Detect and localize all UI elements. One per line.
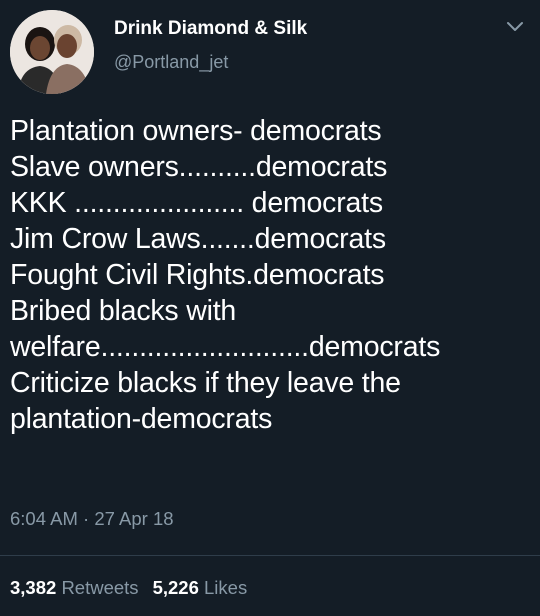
tweet-text-line: Slave owners..........democrats	[10, 151, 388, 183]
tweet-text-line: welfare...........................democr…	[10, 331, 441, 363]
retweets-label: Retweets	[61, 577, 139, 598]
tweet-text-line: Jim Crow Laws.......democrats	[10, 223, 386, 255]
tweet-text-line: KKK ...................... democrats	[10, 187, 383, 219]
likes-label: Likes	[204, 577, 248, 598]
chevron-down-icon[interactable]	[506, 20, 524, 32]
tweet-text-line: Criticize blacks if they leave the	[10, 367, 401, 399]
tweet-text-line: Plantation owners- democrats	[10, 115, 382, 147]
likes-count: 5,226	[152, 577, 199, 598]
tweet-stats: 3,382 Retweets 5,226 Likes	[10, 577, 247, 599]
divider	[0, 555, 540, 556]
tweet-text-line: Bribed blacks with	[10, 295, 237, 327]
tweet-header: Drink Diamond & Silk @Portland_jet	[0, 0, 540, 100]
retweets-count: 3,382	[10, 577, 57, 598]
tweet-card: Drink Diamond & Silk @Portland_jet Plant…	[0, 0, 540, 616]
retweets-stat[interactable]: 3,382 Retweets	[10, 577, 139, 598]
likes-stat[interactable]: 5,226 Likes	[153, 577, 248, 598]
user-handle[interactable]: @Portland_jet	[114, 52, 228, 73]
avatar[interactable]	[10, 10, 94, 94]
tweet-text: Plantation owners- democrats Slave owner…	[10, 113, 532, 437]
tweet-text-line: plantation-democrats	[10, 403, 273, 435]
display-name[interactable]: Drink Diamond & Silk	[114, 18, 307, 40]
profile-photo-icon	[10, 10, 94, 94]
tweet-timestamp[interactable]: 6:04 AM · 27 Apr 18	[10, 508, 174, 530]
tweet-text-line: Fought Civil Rights.democrats	[10, 259, 385, 291]
